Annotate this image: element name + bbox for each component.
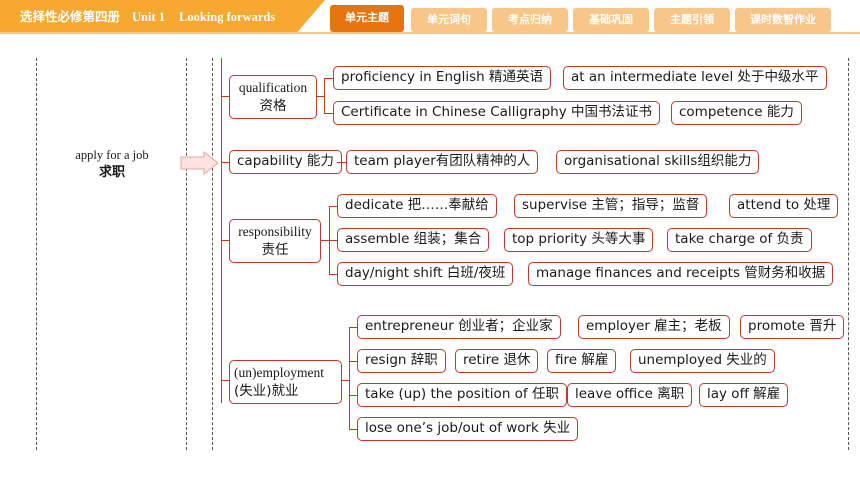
- item-shift: day/night shift 白班/夜班: [337, 262, 514, 286]
- bracket-line: [324, 78, 325, 114]
- item-assemble: assemble 组装；集合: [337, 228, 490, 252]
- item-entrepreneur: entrepreneur 创业者；企业家: [357, 315, 561, 339]
- tab-theme-lead[interactable]: 主题引领: [654, 8, 730, 32]
- header-bar: 选择性必修第四册 Unit 1 Looking forwards 单元主题 单元词句…: [0, 0, 860, 34]
- tab-basic-practice[interactable]: 基础巩固: [573, 8, 649, 32]
- item-fire: fire 解雇: [547, 349, 617, 373]
- guide-dashed-mid2: [212, 58, 213, 450]
- topic-en: apply for a job: [75, 148, 149, 162]
- category-qualification: qualification 资格: [229, 75, 317, 119]
- item-top-priority: top priority 头等大事: [504, 228, 654, 252]
- header-divider: [0, 32, 860, 34]
- trunk-line: [221, 58, 222, 403]
- item-promote: promote 晋升: [740, 315, 845, 339]
- item-certificate: Certificate in Chinese Calligraphy 中国书法证…: [333, 101, 660, 125]
- guide-dashed-mid: [186, 58, 187, 450]
- item-intermediate: at an intermediate level 处于中级水平: [563, 66, 827, 90]
- title-en: Looking forwards: [179, 10, 276, 24]
- item-unemployed: unemployed 失业的: [630, 349, 775, 373]
- category-responsibility: responsibility 责任: [229, 219, 321, 263]
- item-employer: employer 雇主；老板: [578, 315, 730, 339]
- tab-unit-theme[interactable]: 单元主题: [330, 5, 404, 32]
- guide-dashed-left: [36, 58, 37, 450]
- category-employment: (un)employment (失业)就业: [229, 360, 342, 404]
- tab-homework[interactable]: 课时数智作业: [735, 8, 831, 32]
- tab-unit-words[interactable]: 单元词句: [411, 8, 487, 32]
- item-competence: competence 能力: [671, 101, 802, 125]
- item-team-player: team player有团队精神的人: [346, 150, 539, 174]
- topic-label: apply for a job 求职: [62, 146, 162, 182]
- item-proficiency: proficiency in English 精通英语: [333, 66, 551, 90]
- branch-line: [221, 96, 229, 97]
- item-supervise: supervise 主管；指导；监督: [514, 194, 708, 218]
- item-retire: retire 退休: [455, 349, 539, 373]
- bracket-stub: [317, 96, 324, 97]
- guide-dashed-right: [848, 58, 849, 450]
- item-take-charge: take charge of 负责: [667, 228, 812, 252]
- item-lose-job: lose one’s job/out of work 失业: [357, 417, 579, 441]
- item-dedicate: dedicate 把……奉献给: [337, 194, 497, 218]
- title-unit: Unit 1: [132, 10, 166, 24]
- arrow-right-icon: [180, 151, 219, 175]
- item-manage-finances: manage finances and receipts 管财务和收据: [528, 262, 834, 286]
- tab-key-points[interactable]: 考点归纳: [492, 8, 568, 32]
- item-lay-off: lay off 解雇: [699, 383, 789, 407]
- header-title: 选择性必修第四册 Unit 1 Looking forwards: [0, 0, 325, 34]
- item-resign: resign 辞职: [357, 349, 446, 373]
- item-take-up-position: take (up) the position of 任职: [357, 383, 567, 407]
- item-attend-to: attend to 处理: [729, 194, 839, 218]
- category-capability: capability 能力: [229, 150, 342, 174]
- item-leave-office: leave office 离职: [567, 383, 693, 407]
- topic-zh: 求职: [98, 165, 125, 180]
- title-zh: 选择性必修第四册: [20, 9, 121, 24]
- item-organisational: organisational skills组织能力: [556, 150, 760, 174]
